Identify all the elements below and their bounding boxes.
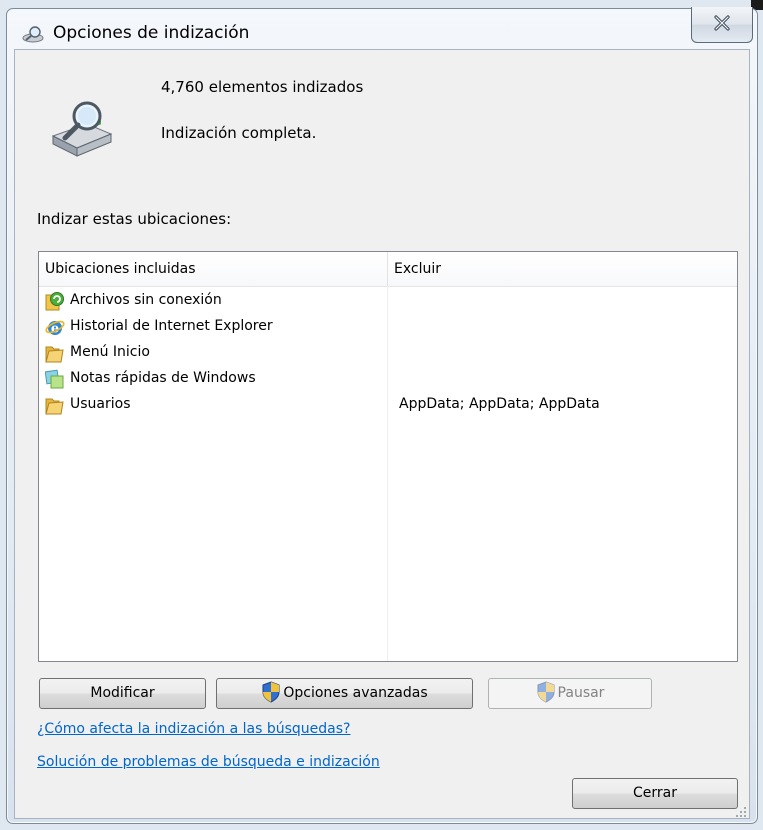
title-bar[interactable]: Opciones de indización bbox=[7, 7, 757, 53]
list-item-exclude: AppData; AppData; AppData bbox=[399, 396, 600, 412]
list-item-name: Archivos sin conexión bbox=[70, 292, 222, 308]
how-indexing-affects-link[interactable]: ¿Cómo afecta la indización a las búsqued… bbox=[37, 721, 350, 737]
indexing-magnifier-icon bbox=[21, 25, 45, 43]
list-item-name: Usuarios bbox=[70, 396, 131, 412]
list-item[interactable]: Menú Inicio bbox=[39, 340, 737, 366]
dialog-body: 4,760 elementos indizados Indización com… bbox=[14, 49, 750, 819]
list-item-name: Notas rápidas de Windows bbox=[70, 370, 256, 386]
indexing-options-window: Opciones de indización 4,760 elementos i… bbox=[6, 7, 758, 824]
indexing-status: Indización completa. bbox=[161, 124, 317, 142]
advanced-options-label: Opciones avanzadas bbox=[283, 685, 428, 701]
pause-button[interactable]: Pausar bbox=[488, 678, 652, 709]
modify-button[interactable]: Modificar bbox=[39, 678, 206, 709]
modify-button-label: Modificar bbox=[90, 685, 155, 701]
close-icon bbox=[714, 15, 730, 31]
resize-grip-icon[interactable] bbox=[735, 804, 747, 817]
sticky-notes-icon bbox=[44, 369, 65, 389]
window-title: Opciones de indización bbox=[53, 23, 250, 43]
list-header: Ubicaciones incluidas Excluir bbox=[39, 252, 737, 287]
list-rows: Archivos sin conexión e Historial de Int… bbox=[39, 288, 737, 418]
list-item-name: Menú Inicio bbox=[70, 344, 150, 360]
list-item[interactable]: e Historial de Internet Explorer bbox=[39, 314, 737, 340]
close-dialog-label: Cerrar bbox=[633, 785, 677, 801]
folder-icon bbox=[45, 343, 65, 363]
folder-icon bbox=[45, 395, 65, 415]
column-header-exclude[interactable]: Excluir bbox=[388, 252, 738, 286]
uac-shield-icon bbox=[261, 681, 281, 703]
advanced-options-button[interactable]: Opciones avanzadas bbox=[216, 678, 473, 709]
indexing-drive-icon bbox=[47, 100, 115, 160]
list-item-name: Historial de Internet Explorer bbox=[70, 318, 273, 334]
column-header-included-label: Ubicaciones incluidas bbox=[45, 261, 196, 277]
troubleshoot-search-link[interactable]: Solución de problemas de búsqueda e indi… bbox=[37, 754, 380, 770]
internet-explorer-icon: e bbox=[45, 317, 65, 337]
list-item[interactable]: Notas rápidas de Windows bbox=[39, 366, 737, 392]
offline-files-icon bbox=[45, 291, 65, 311]
column-header-included[interactable]: Ubicaciones incluidas bbox=[39, 252, 388, 286]
pause-button-label: Pausar bbox=[557, 685, 605, 701]
list-item[interactable]: Archivos sin conexión bbox=[39, 288, 737, 314]
column-header-exclude-label: Excluir bbox=[394, 261, 441, 277]
indexed-count: 4,760 elementos indizados bbox=[161, 78, 364, 96]
locations-label: Indizar estas ubicaciones: bbox=[37, 210, 232, 228]
list-item[interactable]: Usuarios AppData; AppData; AppData bbox=[39, 392, 737, 418]
close-button[interactable] bbox=[691, 7, 753, 43]
close-dialog-button[interactable]: Cerrar bbox=[572, 778, 738, 809]
locations-list[interactable]: Ubicaciones incluidas Excluir Archivos s… bbox=[38, 251, 738, 662]
uac-shield-icon bbox=[536, 681, 556, 703]
